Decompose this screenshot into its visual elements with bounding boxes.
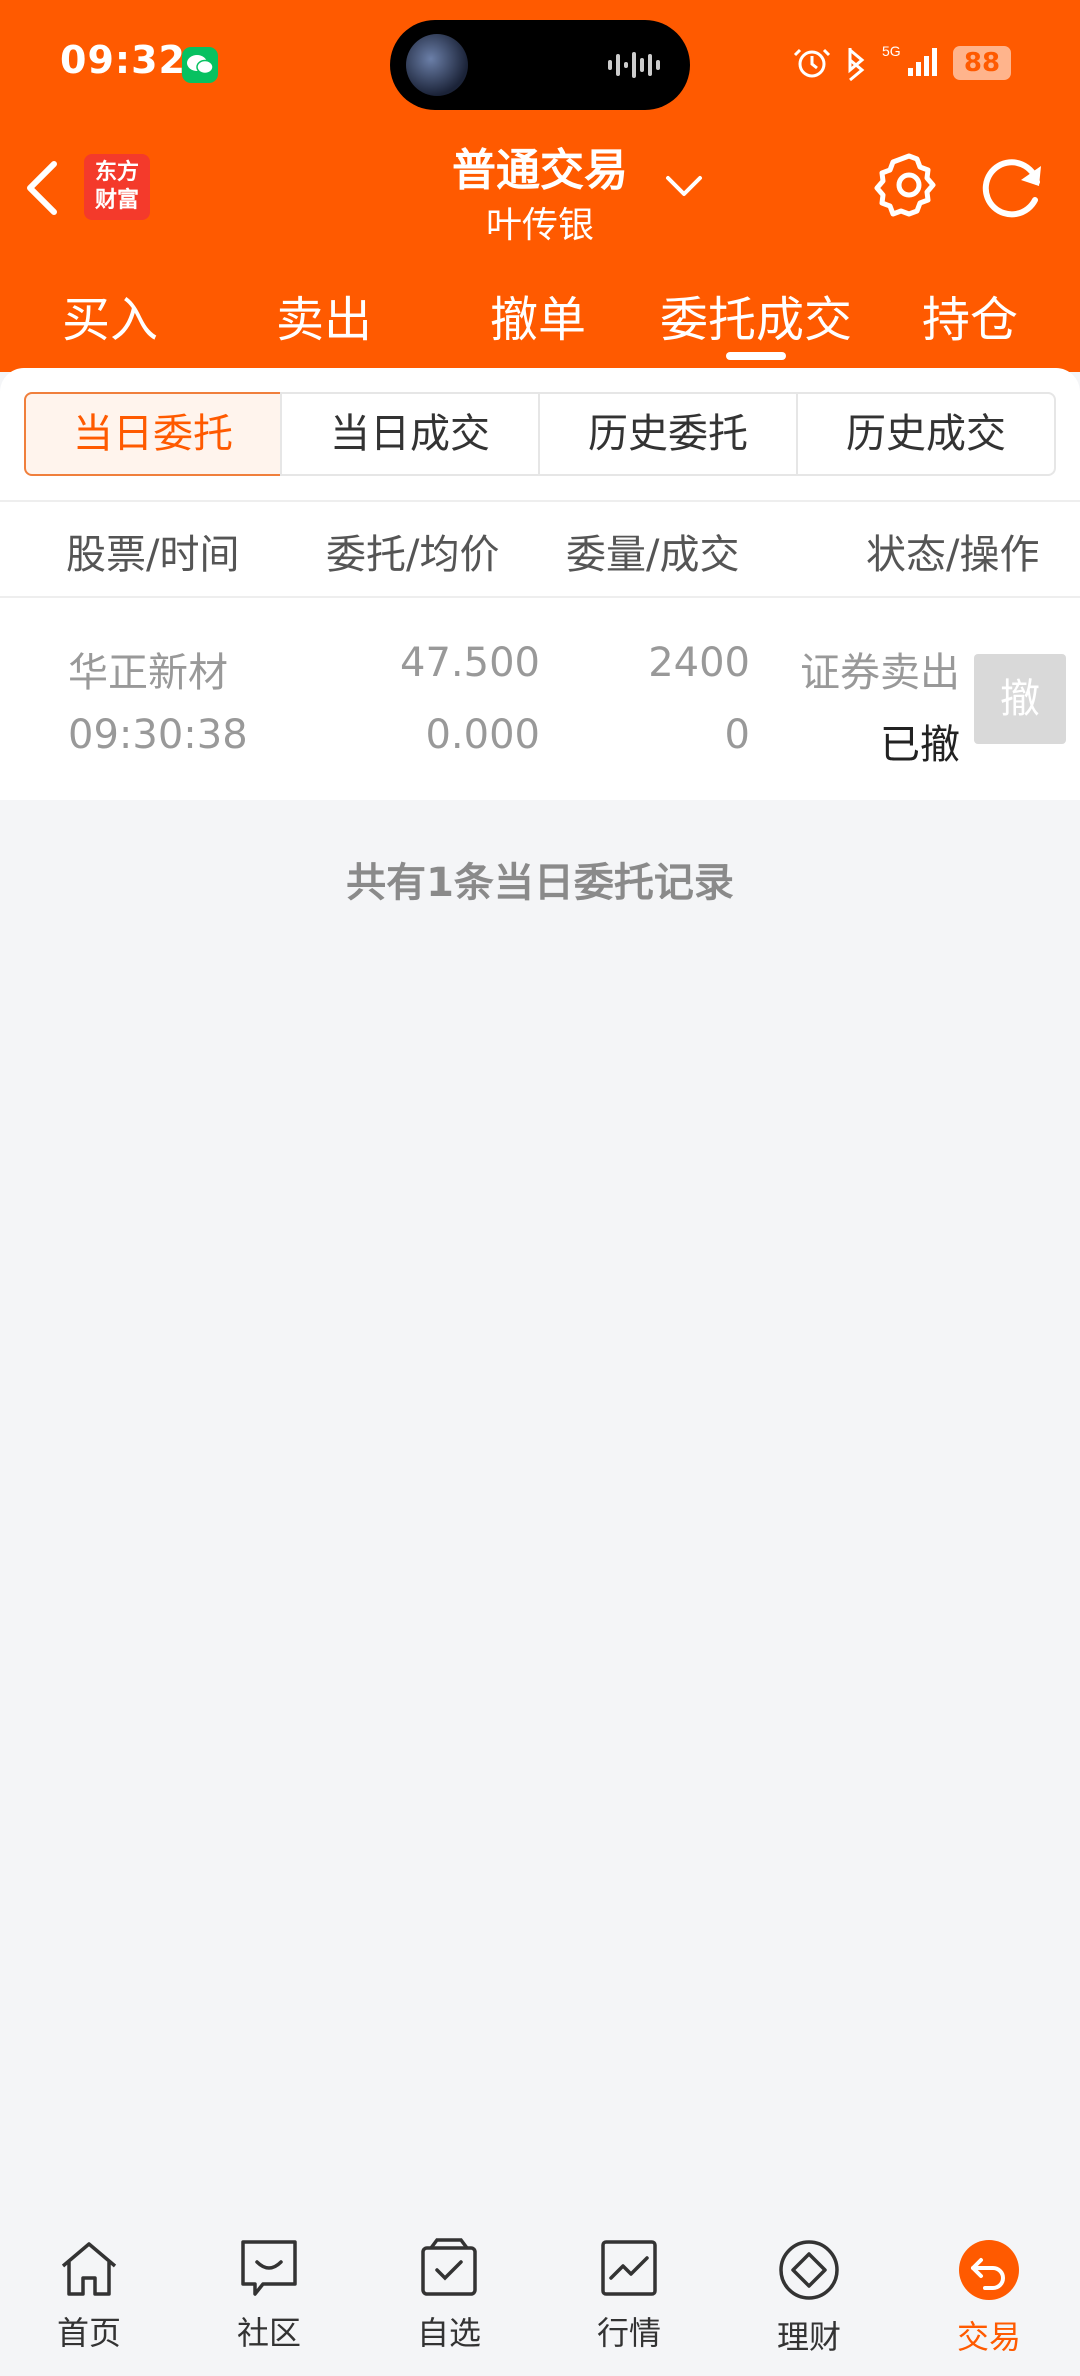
nav-wealth[interactable]: 理财 bbox=[749, 2238, 869, 2358]
music-avatar bbox=[406, 34, 468, 96]
nav-wealth-label: 理财 bbox=[776, 2318, 841, 2356]
nav-community-label: 社区 bbox=[236, 2314, 301, 2352]
nav-home[interactable]: 首页 bbox=[29, 2238, 149, 2354]
gear-icon[interactable] bbox=[874, 150, 944, 220]
logo-line2: 财富 bbox=[94, 188, 139, 213]
trade-icon bbox=[959, 2240, 1019, 2300]
nav-watchlist-label: 自选 bbox=[416, 2314, 481, 2352]
order-direction: 证券卖出 bbox=[800, 650, 960, 696]
divider bbox=[0, 596, 1080, 598]
subtab-today-trades[interactable]: 当日成交 bbox=[280, 392, 540, 476]
status-icons: 5G bbox=[793, 43, 937, 82]
tab-cancel-order[interactable]: 撤单 bbox=[468, 280, 608, 350]
nav-trade[interactable]: 交易 bbox=[929, 2238, 1049, 2358]
watchlist-icon bbox=[421, 2238, 477, 2296]
col-header-price: 委托/均价 bbox=[326, 532, 500, 578]
community-icon bbox=[241, 2240, 297, 2296]
wealth-diamond-icon bbox=[779, 2240, 839, 2300]
order-time: 09:30:38 bbox=[68, 712, 248, 758]
tab-sell[interactable]: 卖出 bbox=[254, 280, 394, 350]
order-price: 47.500 bbox=[400, 640, 540, 686]
refresh-icon[interactable] bbox=[977, 152, 1049, 224]
status-badge: 已撤 bbox=[880, 722, 960, 768]
col-header-status-action: 状态/操作 bbox=[866, 532, 1040, 578]
subtab-history-trades[interactable]: 历史成交 bbox=[796, 392, 1056, 476]
audio-wave-icon bbox=[608, 52, 660, 78]
logo-line1: 东方 bbox=[94, 160, 139, 185]
record-count-text: 共有1条当日委托记录 bbox=[346, 860, 734, 906]
order-quantity: 2400 bbox=[648, 640, 750, 686]
col-header-stock-time: 股票/时间 bbox=[66, 532, 240, 578]
page-title[interactable]: 普通交易 bbox=[400, 134, 680, 198]
nav-market[interactable]: 行情 bbox=[569, 2238, 689, 2354]
bluetooth-icon bbox=[848, 48, 865, 82]
tab-orders-trades[interactable]: 委托成交 bbox=[650, 280, 862, 350]
eastmoney-logo: 东方 财富 bbox=[84, 154, 150, 220]
dynamic-island bbox=[390, 20, 690, 110]
nav-home-label: 首页 bbox=[56, 2314, 121, 2352]
home-icon bbox=[61, 2242, 117, 2296]
nav-trade-label: 交易 bbox=[956, 2318, 1021, 2356]
subtab-today-orders[interactable]: 当日委托 bbox=[24, 392, 282, 476]
divider bbox=[0, 500, 1080, 502]
subtab-history-orders[interactable]: 历史委托 bbox=[538, 392, 798, 476]
network-type: 5G bbox=[882, 43, 901, 59]
tab-buy[interactable]: 买入 bbox=[40, 280, 180, 350]
chevron-down-icon[interactable] bbox=[664, 170, 704, 200]
account-name[interactable]: 叶传银 bbox=[400, 196, 680, 248]
battery-indicator: 88 bbox=[953, 46, 1011, 80]
filled-quantity: 0 bbox=[724, 712, 750, 758]
col-header-quantity: 委量/成交 bbox=[566, 532, 740, 578]
bottom-nav bbox=[0, 2210, 1080, 2376]
avg-price: 0.000 bbox=[425, 712, 540, 758]
tab-positions[interactable]: 持仓 bbox=[900, 280, 1040, 350]
wechat-notification-icon bbox=[182, 47, 218, 83]
signal-icon bbox=[908, 48, 937, 76]
status-time: 09:32 bbox=[60, 38, 186, 82]
back-arrow-icon[interactable] bbox=[22, 158, 62, 218]
stock-name: 华正新材 bbox=[68, 650, 228, 696]
active-tab-indicator bbox=[726, 352, 786, 360]
nav-market-label: 行情 bbox=[596, 2314, 661, 2352]
nav-watchlist[interactable]: 自选 bbox=[389, 2238, 509, 2354]
nav-community[interactable]: 社区 bbox=[209, 2238, 329, 2354]
market-chart-icon bbox=[601, 2240, 657, 2296]
alarm-icon bbox=[793, 48, 831, 78]
cancel-order-button[interactable]: 撤 bbox=[974, 654, 1066, 744]
